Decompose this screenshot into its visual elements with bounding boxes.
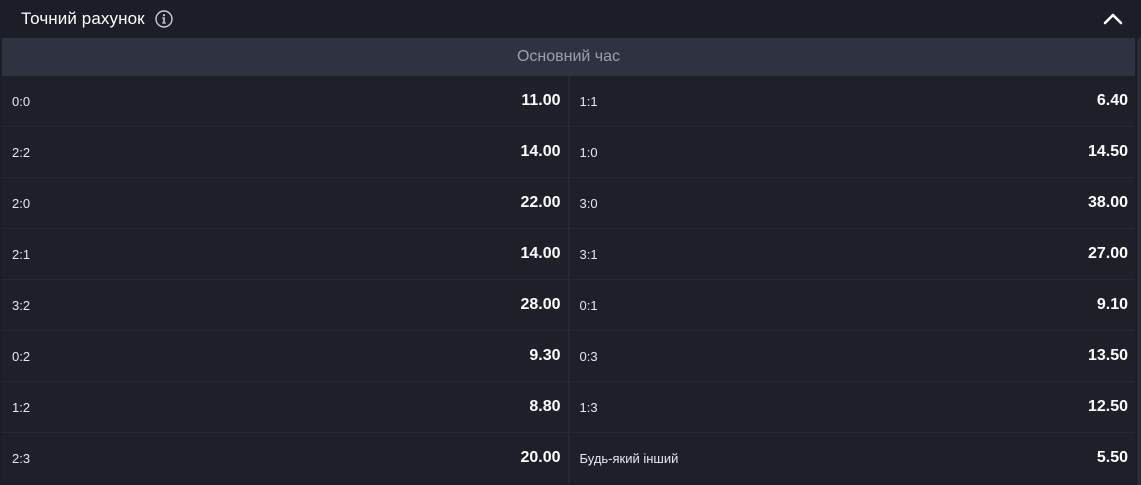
score-label: 3:1 (579, 246, 598, 262)
odds-value: 38.00 (1087, 194, 1128, 211)
score-label: 0:1 (579, 297, 598, 313)
odds-cell-right[interactable]: 1:1 6.40 (570, 76, 1136, 126)
scrollbar-track[interactable] (1137, 38, 1141, 485)
odds-cell-right[interactable]: Будь-який інший 5.50 (570, 433, 1136, 483)
score-label: 0:0 (12, 93, 31, 109)
odds-value: 6.40 (1096, 92, 1128, 109)
odds-value: 9.30 (529, 347, 561, 364)
odds-cell-right[interactable]: 0:3 13.50 (570, 331, 1136, 381)
odds-cell-left[interactable]: 1:2 8.80 (2, 382, 570, 432)
odds-cell-left[interactable]: 2:1 14.00 (2, 229, 570, 279)
section-header: Основний час (2, 38, 1135, 76)
chevron-up-icon (1103, 13, 1123, 25)
score-label: 2:3 (12, 450, 31, 466)
odds-value: 12.50 (1087, 398, 1128, 415)
odds-value: 14.00 (520, 245, 561, 262)
table-row: 0:0 11.00 1:1 6.40 (2, 76, 1135, 126)
score-label: 2:0 (12, 195, 31, 211)
table-row: 0:2 9.30 0:3 13.50 (2, 330, 1135, 381)
odds-cell-left[interactable]: 0:0 11.00 (2, 76, 570, 126)
odds-cell-right[interactable]: 3:0 38.00 (570, 178, 1136, 228)
exact-score-market: Точний рахунок Основний час 0:0 11.00 1:1 6… (0, 0, 1141, 485)
info-icon[interactable] (154, 10, 173, 28)
market-title: Точний рахунок (21, 9, 145, 28)
score-label: 2:1 (12, 246, 31, 262)
table-row: 2:3 20.00 Будь-який інший 5.50 (2, 432, 1135, 483)
odds-rows: 0:0 11.00 1:1 6.40 2:2 14.00 1:0 14.50 2:0 22.00 3… (2, 76, 1135, 483)
table-row: 2:1 14.00 3:1 27.00 (2, 228, 1135, 279)
odds-value: 28.00 (520, 296, 561, 313)
odds-value: 11.00 (521, 92, 561, 109)
score-label: 0:3 (579, 348, 598, 364)
score-label: 1:1 (579, 93, 598, 109)
odds-value: 13.50 (1087, 347, 1128, 364)
odds-cell-left[interactable]: 3:2 28.00 (2, 280, 570, 330)
score-label: 2:2 (12, 144, 31, 160)
table-row: 3:2 28.00 0:1 9.10 (2, 279, 1135, 330)
odds-cell-right[interactable]: 3:1 27.00 (570, 229, 1136, 279)
odds-value: 22.00 (520, 194, 561, 211)
score-label: 1:3 (579, 399, 598, 415)
market-header: Точний рахунок (0, 0, 1141, 38)
score-label: Будь-який інший (579, 450, 679, 466)
score-label: 3:2 (12, 297, 31, 313)
score-label: 3:0 (579, 195, 598, 211)
table-row: 2:0 22.00 3:0 38.00 (2, 177, 1135, 228)
table-row: 2:2 14.00 1:0 14.50 (2, 126, 1135, 177)
table-row: 1:2 8.80 1:3 12.50 (2, 381, 1135, 432)
odds-cell-right[interactable]: 0:1 9.10 (570, 280, 1136, 330)
odds-value: 20.00 (520, 449, 561, 466)
odds-value: 5.50 (1096, 449, 1128, 466)
odds-value: 14.00 (520, 143, 561, 160)
score-label: 1:0 (579, 144, 598, 160)
odds-table: Основний час 0:0 11.00 1:1 6.40 2:2 14.00 1:0 1… (2, 38, 1135, 483)
odds-cell-right[interactable]: 1:3 12.50 (570, 382, 1136, 432)
odds-value: 9.10 (1096, 296, 1128, 313)
odds-value: 14.50 (1087, 143, 1128, 160)
odds-cell-left[interactable]: 2:2 14.00 (2, 127, 570, 177)
market-header-left: Точний рахунок (21, 9, 173, 29)
score-label: 0:2 (12, 348, 31, 364)
score-label: 1:2 (12, 399, 31, 415)
odds-cell-left[interactable]: 0:2 9.30 (2, 331, 570, 381)
odds-cell-right[interactable]: 1:0 14.50 (570, 127, 1136, 177)
odds-cell-left[interactable]: 2:0 22.00 (2, 178, 570, 228)
odds-value: 8.80 (529, 398, 561, 415)
section-label: Основний час (516, 48, 621, 65)
collapse-button[interactable] (1095, 3, 1131, 35)
odds-value: 27.00 (1087, 245, 1128, 262)
odds-cell-left[interactable]: 2:3 20.00 (2, 433, 570, 483)
